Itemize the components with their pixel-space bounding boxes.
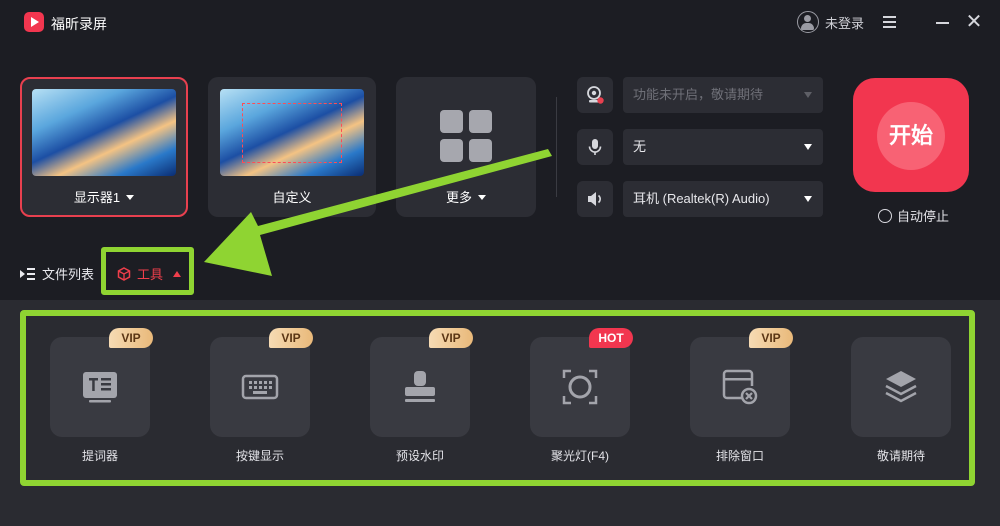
tool-coming-soon[interactable] — [851, 337, 951, 437]
monitor-thumbnail — [32, 89, 176, 176]
divider — [556, 97, 557, 197]
grid-icon — [440, 110, 492, 162]
stamp-icon — [405, 371, 435, 402]
chevron-up-icon — [173, 270, 182, 277]
source-custom-label: 自定义 — [272, 190, 312, 205]
tool-coming-soon-label: 敬请期待 — [876, 449, 925, 463]
start-button[interactable]: 开始 — [853, 78, 969, 192]
layers-icon — [885, 371, 917, 403]
keyboard-icon — [241, 374, 279, 400]
login-button[interactable]: 未登录 — [797, 10, 864, 34]
tool-key-display[interactable] — [210, 337, 310, 437]
title-bar: 福昕录屏 未登录 ✕ — [0, 0, 1000, 46]
teleprompter-icon — [83, 372, 117, 403]
microphone-select-value: 无 — [633, 139, 647, 154]
tool-teleprompter[interactable] — [50, 337, 150, 437]
tab-file-list-label: 文件列表 — [42, 267, 95, 282]
start-label: 开始 — [877, 102, 945, 170]
chevron-down-icon — [804, 196, 812, 202]
tab-file-list[interactable]: 文件列表 — [20, 264, 94, 283]
tool-watermark[interactable] — [370, 337, 470, 437]
vip-badge: VIP — [429, 328, 473, 348]
camera-select-value: 功能未开启，敬请期待 — [633, 87, 764, 102]
tool-teleprompter-label: 提词器 — [81, 449, 118, 463]
hot-badge: HOT — [589, 328, 633, 348]
chevron-down-icon[interactable] — [478, 195, 486, 200]
source-monitor-card[interactable]: 显示器1 — [20, 77, 188, 217]
auto-stop-option[interactable]: 自动停止 — [878, 206, 949, 225]
avatar-icon — [797, 11, 819, 33]
camera-select[interactable]: 功能未开启，敬请期待 — [623, 77, 823, 113]
vip-badge: VIP — [749, 328, 793, 348]
spotlight-icon — [562, 369, 598, 405]
vip-badge: VIP — [269, 328, 313, 348]
exclude-window-icon — [722, 369, 758, 405]
login-label: 未登录 — [825, 15, 865, 31]
speaker-select-value: 耳机 (Realtek(R) Audio) — [633, 191, 770, 206]
tool-spotlight[interactable] — [530, 337, 630, 437]
source-more-card[interactable]: 更多 — [396, 77, 536, 217]
source-custom-card[interactable]: 自定义 — [208, 77, 376, 217]
speaker-icon[interactable] — [577, 181, 613, 217]
file-list-icon — [20, 267, 35, 280]
selection-rect-icon — [242, 103, 342, 163]
tool-exclude-window-label: 排除窗口 — [715, 449, 764, 463]
source-monitor-label: 显示器1 — [22, 187, 186, 206]
chevron-down-icon — [804, 144, 812, 150]
custom-region-thumbnail — [220, 89, 364, 176]
tool-exclude-window[interactable] — [690, 337, 790, 437]
app-title: 福昕录屏 — [51, 16, 107, 32]
cube-icon — [117, 266, 131, 281]
minimize-icon[interactable] — [933, 12, 953, 32]
speaker-select[interactable]: 耳机 (Realtek(R) Audio) — [623, 181, 823, 217]
chevron-down-icon — [804, 92, 812, 98]
auto-stop-label: 自动停止 — [897, 209, 950, 224]
tab-tools[interactable]: 工具 — [101, 247, 194, 295]
radio-icon[interactable] — [878, 208, 892, 223]
app-logo-icon — [24, 12, 44, 32]
camera-icon[interactable] — [577, 77, 613, 113]
tool-key-display-label: 按键显示 — [235, 449, 284, 463]
tool-watermark-label: 预设水印 — [395, 449, 444, 463]
close-icon[interactable]: ✕ — [964, 12, 984, 32]
tool-spotlight-label: 聚光灯(F4) — [551, 449, 609, 463]
menu-icon[interactable] — [880, 12, 900, 32]
microphone-icon[interactable] — [577, 129, 613, 165]
source-more-label: 更多 — [396, 187, 536, 206]
tab-tools-label: 工具 — [137, 267, 164, 282]
microphone-select[interactable]: 无 — [623, 129, 823, 165]
vip-badge: VIP — [109, 328, 153, 348]
chevron-down-icon[interactable] — [126, 195, 135, 200]
